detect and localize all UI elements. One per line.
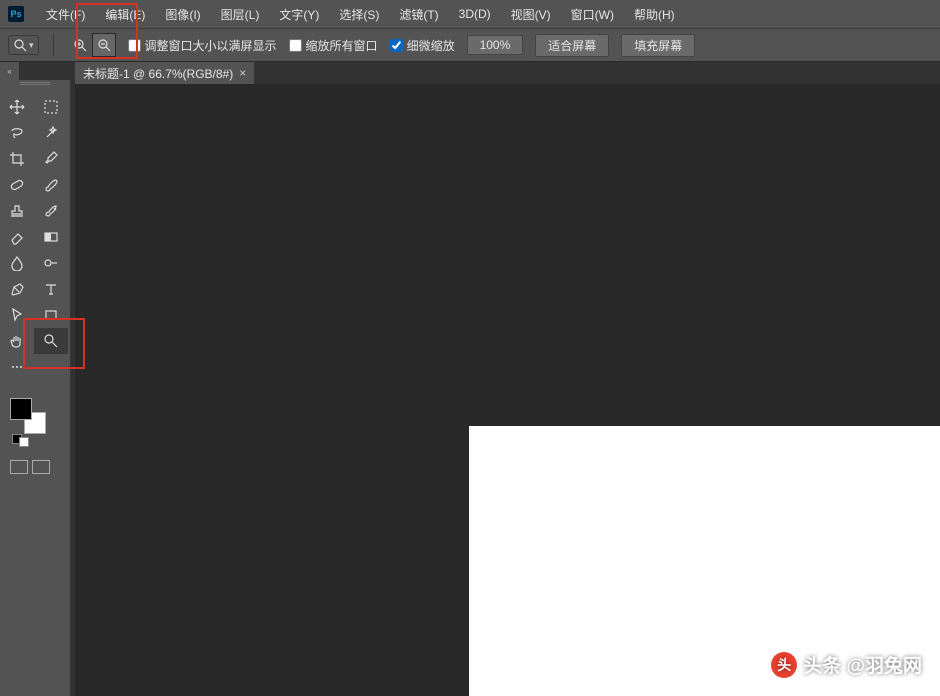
ellipsis-icon [9, 359, 25, 375]
zoom-out-icon [97, 38, 111, 52]
crop-tool[interactable] [0, 146, 34, 172]
options-bar: ▾ 调整窗口大小以满屏显示 缩放所有窗口 细微缩放 100% 适合屏幕 填充屏幕 [0, 28, 940, 62]
standard-mode-icon [10, 460, 28, 474]
zoom-out-button[interactable] [92, 33, 116, 57]
zoom-mode-group [68, 33, 116, 57]
menu-type[interactable]: 文字(Y) [269, 6, 329, 23]
eraser-icon [9, 229, 25, 245]
menu-filter[interactable]: 滤镜(T) [389, 6, 448, 23]
app-logo: Ps [8, 6, 24, 22]
hand-icon [9, 333, 25, 349]
menu-edit[interactable]: 编辑(E) [95, 6, 155, 23]
fine-zoom-label: 细微缩放 [407, 37, 455, 54]
hand-tool[interactable] [0, 328, 34, 354]
magnifier-icon [43, 333, 59, 349]
color-swatches[interactable] [0, 398, 70, 438]
brush-icon [43, 177, 59, 193]
blur-tool[interactable] [0, 250, 34, 276]
pen-icon [9, 281, 25, 297]
menu-window[interactable]: 窗口(W) [561, 6, 624, 23]
menu-select[interactable]: 选择(S) [329, 6, 389, 23]
fine-zoom-input[interactable] [390, 39, 403, 52]
fine-zoom-checkbox[interactable]: 细微缩放 [390, 37, 455, 54]
fit-screen-button[interactable]: 适合屏幕 [535, 34, 609, 57]
arrow-icon [9, 307, 25, 323]
menu-bar: Ps 文件(F) 编辑(E) 图像(I) 图层(L) 文字(Y) 选择(S) 滤… [0, 0, 940, 28]
path-select-tool[interactable] [0, 302, 34, 328]
magnifier-icon [13, 38, 27, 52]
move-tool[interactable] [0, 94, 34, 120]
shape-tool[interactable] [34, 302, 68, 328]
default-colors[interactable] [12, 434, 29, 447]
bandage-icon [9, 177, 25, 193]
more-tools[interactable] [0, 354, 34, 380]
separator [53, 34, 54, 56]
marquee-icon [43, 99, 59, 115]
resize-window-label: 调整窗口大小以满屏显示 [145, 37, 277, 54]
workspace [75, 84, 940, 696]
resize-window-input[interactable] [128, 39, 141, 52]
brush-tool[interactable] [34, 172, 68, 198]
menu-layer[interactable]: 图层(L) [211, 6, 270, 23]
pen-tool[interactable] [0, 276, 34, 302]
watermark-text: 头条 @羽兔网 [803, 651, 922, 678]
menu-view[interactable]: 视图(V) [501, 6, 561, 23]
dodge-tool[interactable] [34, 250, 68, 276]
lasso-tool[interactable] [0, 120, 34, 146]
menu-file[interactable]: 文件(F) [36, 6, 95, 23]
lasso-icon [9, 125, 25, 141]
tools-panel [0, 80, 70, 696]
fill-screen-button[interactable]: 填充屏幕 [621, 34, 695, 57]
panel-grip[interactable] [20, 82, 50, 86]
zoom-all-label: 缩放所有窗口 [306, 37, 378, 54]
eyedropper-icon [43, 151, 59, 167]
wand-icon [43, 125, 59, 141]
stamp-icon [9, 203, 25, 219]
close-icon[interactable]: × [239, 67, 246, 79]
collapse-handle[interactable]: « [0, 62, 19, 80]
marquee-tool[interactable] [34, 94, 68, 120]
zoom-all-checkbox[interactable]: 缩放所有窗口 [289, 37, 378, 54]
watermark: 头 头条 @羽兔网 [771, 651, 922, 678]
current-tool-indicator[interactable]: ▾ [8, 35, 39, 55]
clone-stamp-tool[interactable] [0, 198, 34, 224]
dodge-icon [43, 255, 59, 271]
zoom-all-input[interactable] [289, 39, 302, 52]
menu-image[interactable]: 图像(I) [155, 6, 210, 23]
gradient-tool[interactable] [34, 224, 68, 250]
eyedropper-tool[interactable] [34, 146, 68, 172]
foreground-color[interactable] [10, 398, 32, 420]
document-tab[interactable]: 未标题-1 @ 66.7%(RGB/8#) × [75, 62, 254, 84]
magic-wand-tool[interactable] [34, 120, 68, 146]
menu-help[interactable]: 帮助(H) [624, 6, 685, 23]
chevron-down-icon: ▾ [29, 40, 34, 51]
zoom-tool[interactable] [34, 328, 68, 354]
move-icon [9, 99, 25, 115]
gradient-icon [43, 229, 59, 245]
document-tab-title: 未标题-1 @ 66.7%(RGB/8#) [83, 65, 233, 82]
watermark-logo: 头 [771, 652, 797, 678]
type-tool[interactable] [34, 276, 68, 302]
zoom-100-button[interactable]: 100% [467, 35, 524, 55]
healing-brush-tool[interactable] [0, 172, 34, 198]
history-brush-tool[interactable] [34, 198, 68, 224]
screen-mode-icon [32, 460, 50, 474]
quick-mask-toggle[interactable] [0, 460, 70, 474]
zoom-in-icon [73, 38, 87, 52]
zoom-in-button[interactable] [68, 33, 92, 57]
document-tabs: 未标题-1 @ 66.7%(RGB/8#) × [0, 62, 940, 84]
menu-3d[interactable]: 3D(D) [449, 7, 501, 21]
eraser-tool[interactable] [0, 224, 34, 250]
resize-window-checkbox[interactable]: 调整窗口大小以满屏显示 [128, 37, 277, 54]
crop-icon [9, 151, 25, 167]
rectangle-icon [43, 307, 59, 323]
history-brush-icon [43, 203, 59, 219]
type-icon [43, 281, 59, 297]
drop-icon [9, 255, 25, 271]
